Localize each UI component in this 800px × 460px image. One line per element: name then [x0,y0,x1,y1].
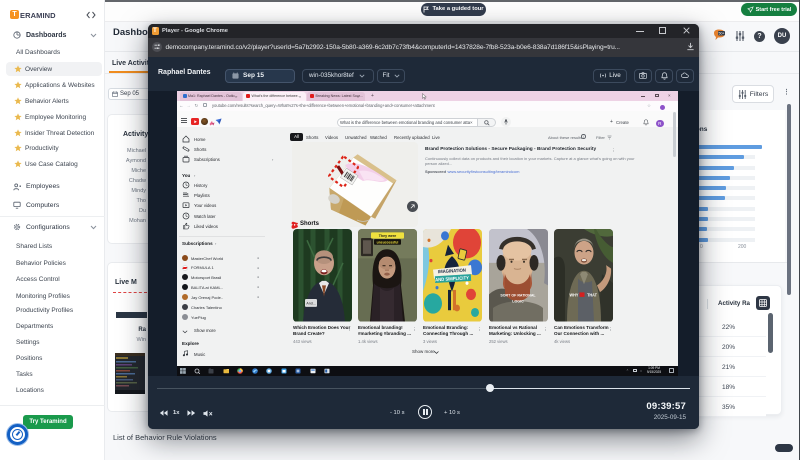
svg-text:SORT OF RATIONAL: SORT OF RATIONAL [500,294,536,298]
svg-text:unsuccessful: unsuccessful [377,240,399,244]
svg-text:And...: And... [306,301,315,305]
svg-text:WHY: WHY [570,292,579,297]
svg-text:They were: They were [379,234,397,238]
svg-text:50+: 50+ [719,32,725,36]
svg-text:LOGIC: LOGIC [512,299,524,303]
svg-text:THAT: THAT [587,292,597,297]
